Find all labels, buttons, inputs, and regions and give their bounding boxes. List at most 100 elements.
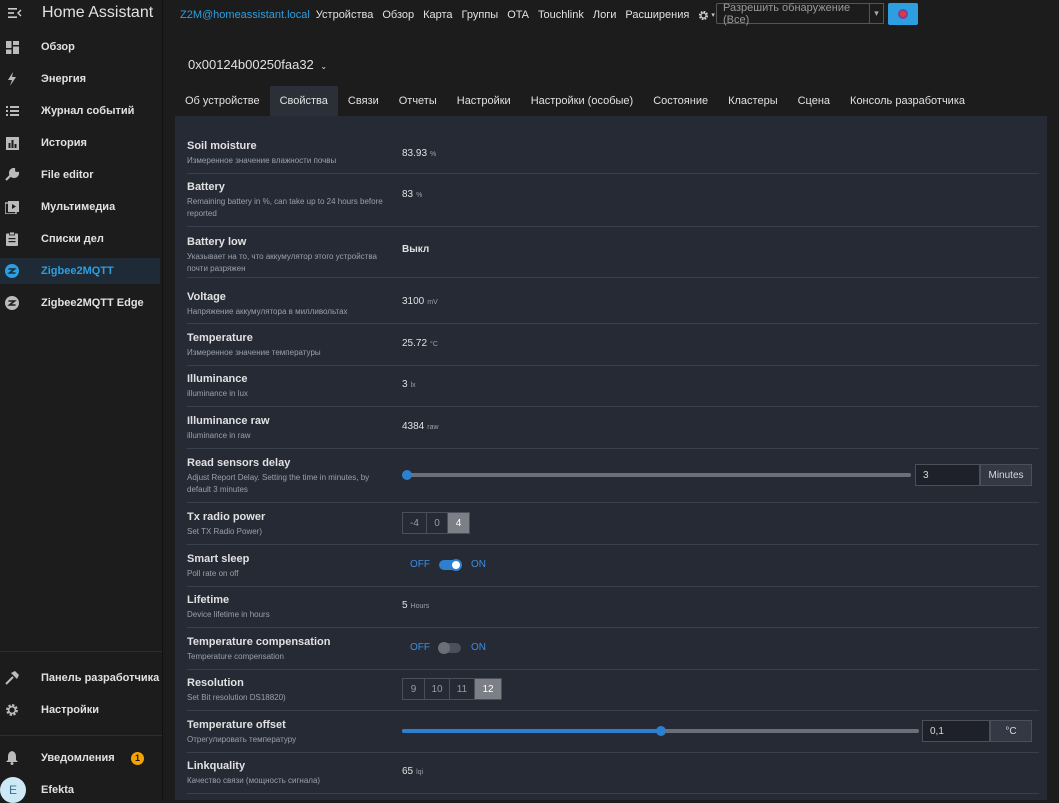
permit-join-dropdown[interactable]: ▾ bbox=[869, 3, 884, 24]
sidebar-item-label: Efekta bbox=[41, 784, 75, 796]
property-row-voltage: Voltage Напряжение аккумулятора в миллив… bbox=[187, 291, 1039, 324]
resolution-option[interactable]: 10 bbox=[425, 679, 450, 699]
temperature-offset-input[interactable]: 0,1 bbox=[922, 720, 990, 742]
resolution-option[interactable]: 9 bbox=[403, 679, 425, 699]
toggle-switch[interactable] bbox=[438, 641, 461, 654]
tab-about[interactable]: Об устройстве bbox=[175, 86, 270, 116]
property-description: Отрегулировать температуру bbox=[187, 735, 297, 744]
slider-handle[interactable] bbox=[402, 470, 412, 480]
sidebar-item-todo[interactable]: Списки дел bbox=[0, 226, 160, 252]
brand-link[interactable]: Z2M@homeassistant.local bbox=[180, 9, 310, 21]
sidebar-item-label: Настройки bbox=[41, 704, 100, 716]
nav-link-dashboard[interactable]: Обзор bbox=[382, 9, 414, 21]
permit-join-toggle-button[interactable] bbox=[888, 3, 918, 25]
nav-link-ota[interactable]: OTA bbox=[507, 9, 529, 21]
property-description: Указывает на то, что аккумулятор этого у… bbox=[187, 252, 377, 273]
tab-clusters[interactable]: Кластеры bbox=[718, 86, 788, 116]
tab-bind[interactable]: Связи bbox=[338, 86, 389, 116]
sidebar-item-label: Zigbee2MQTT Edge bbox=[41, 297, 144, 309]
logbook-icon bbox=[4, 103, 20, 119]
gear-icon bbox=[4, 702, 20, 718]
property-name: Illuminance raw bbox=[187, 415, 270, 427]
sidebar-item-file-editor[interactable]: File editor bbox=[0, 162, 160, 188]
property-name: Resolution bbox=[187, 677, 244, 689]
nav-link-touchlink[interactable]: Touchlink bbox=[538, 9, 584, 21]
toggle-knob bbox=[450, 558, 462, 571]
tx-power-option[interactable]: 0 bbox=[427, 513, 448, 533]
property-value: 3 lx bbox=[402, 379, 416, 390]
tab-dev-console[interactable]: Консоль разработчика bbox=[840, 86, 975, 116]
nav-link-devices[interactable]: Устройства bbox=[316, 9, 374, 21]
sidebar-item-zigbee2mqtt[interactable]: Zigbee2MQTT bbox=[0, 258, 160, 284]
temperature-offset-unit: °C bbox=[990, 720, 1032, 742]
nav-link-extensions[interactable]: Расширения bbox=[625, 9, 689, 21]
property-name: Temperature offset bbox=[187, 719, 286, 731]
settings-dropdown-icon[interactable]: ▾ bbox=[698, 10, 715, 21]
sidebar-item-overview[interactable]: Обзор bbox=[0, 34, 160, 60]
delay-input[interactable]: 3 bbox=[915, 464, 980, 486]
property-row-temperature-compensation: Temperature compensation Temperature com… bbox=[187, 636, 1039, 670]
sidebar-item-label: File editor bbox=[41, 169, 94, 181]
main-content: Z2M@homeassistant.local Устройства Обзор… bbox=[163, 0, 1059, 800]
sidebar-item-zigbee2mqtt-edge[interactable]: Zigbee2MQTT Edge bbox=[0, 290, 160, 316]
property-value: Выкл bbox=[402, 244, 430, 255]
tab-state[interactable]: Состояние bbox=[643, 86, 718, 116]
property-description: Set Bit resolution DS18820) bbox=[187, 693, 286, 702]
property-description: illuminance in raw bbox=[187, 431, 251, 440]
tab-reporting[interactable]: Отчеты bbox=[389, 86, 447, 116]
nav-link-logs[interactable]: Логи bbox=[593, 9, 617, 21]
sidebar-item-media[interactable]: Мультимедиа bbox=[0, 194, 160, 220]
property-value: 25.72 °C bbox=[402, 338, 438, 349]
permit-join-button[interactable]: Разрешить обнаружение (Все) bbox=[716, 2, 870, 26]
toggle-on-label[interactable]: ON bbox=[471, 559, 486, 570]
zigbee-icon bbox=[4, 263, 20, 279]
tx-power-option[interactable]: 4 bbox=[448, 513, 469, 533]
temperature-offset-slider[interactable] bbox=[402, 726, 919, 736]
toggle-knob bbox=[438, 641, 450, 654]
sidebar-item-user[interactable]: E Efekta bbox=[0, 777, 160, 803]
sidebar-item-label: Zigbee2MQTT bbox=[41, 265, 114, 277]
toggle-switch[interactable] bbox=[439, 558, 462, 571]
sidebar-item-history[interactable]: История bbox=[0, 130, 160, 156]
value-number: 3 bbox=[402, 379, 408, 390]
tx-power-option[interactable]: -4 bbox=[403, 513, 427, 533]
sidebar-divider bbox=[0, 651, 162, 652]
menu-collapse-icon[interactable] bbox=[8, 5, 24, 21]
device-selector[interactable]: 0x00124b00250faa32 ⌄ bbox=[188, 57, 327, 72]
toggle-on-label[interactable]: ON bbox=[471, 642, 486, 653]
tab-settings-specific[interactable]: Настройки (особые) bbox=[521, 86, 644, 116]
value-number: 5 bbox=[402, 600, 408, 611]
media-icon bbox=[4, 199, 20, 215]
sidebar-item-settings[interactable]: Настройки bbox=[0, 697, 160, 723]
tab-properties[interactable]: Свойства bbox=[269, 86, 338, 116]
resolution-option[interactable]: 11 bbox=[450, 679, 475, 699]
toggle-off-label[interactable]: OFF bbox=[410, 642, 430, 653]
temperature-compensation-toggle[interactable]: OFF ON bbox=[410, 641, 486, 654]
nav-link-map[interactable]: Карта bbox=[423, 9, 452, 21]
tab-scene[interactable]: Сцена bbox=[788, 86, 840, 116]
sidebar-item-energy[interactable]: Энергия bbox=[0, 66, 160, 92]
slider-fill bbox=[402, 729, 661, 733]
chevron-down-icon: ⌄ bbox=[320, 62, 328, 71]
sidebar-item-notifications[interactable]: Уведомления 1 bbox=[0, 745, 160, 771]
resolution-option[interactable]: 12 bbox=[475, 679, 501, 699]
property-value: 83.93% bbox=[402, 148, 436, 159]
sidebar-item-logbook[interactable]: Журнал событий bbox=[0, 98, 160, 124]
property-row-illuminance: Illuminance illuminance in lux 3 lx bbox=[187, 373, 1039, 407]
tab-settings[interactable]: Настройки bbox=[447, 86, 521, 116]
value-unit: Hours bbox=[410, 603, 430, 610]
smart-sleep-toggle[interactable]: OFF ON bbox=[410, 558, 486, 571]
toggle-off-label[interactable]: OFF bbox=[410, 559, 430, 570]
slider-handle[interactable] bbox=[656, 726, 666, 736]
property-row-battery: Battery Remaining battery in %, can take… bbox=[187, 181, 1039, 227]
property-description: Adjust Report Delay. Setting the time in… bbox=[187, 473, 370, 494]
value-unit: lx bbox=[410, 382, 416, 389]
delay-slider[interactable] bbox=[402, 470, 911, 480]
property-name: Smart sleep bbox=[187, 553, 250, 565]
nav-link-groups[interactable]: Группы bbox=[462, 9, 499, 21]
device-tabs: Об устройстве Свойства Связи Отчеты Наст… bbox=[175, 86, 975, 116]
sidebar-item-label: Списки дел bbox=[41, 233, 104, 245]
property-row-lifetime: Lifetime Device lifetime in hours 5 Hours bbox=[187, 594, 1039, 628]
sidebar-item-developer-tools[interactable]: Панель разработчика bbox=[0, 665, 160, 691]
property-name: Battery bbox=[187, 181, 225, 193]
